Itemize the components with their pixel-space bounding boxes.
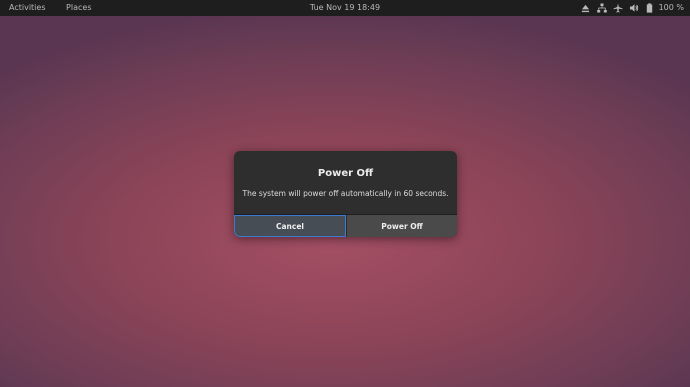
cancel-button[interactable]: Cancel <box>234 215 346 237</box>
volume-icon <box>628 0 640 16</box>
network-icon <box>596 0 608 16</box>
battery-icon <box>644 0 656 16</box>
dialog-buttons: Cancel Power Off <box>234 214 457 237</box>
power-off-dialog: Power Off The system will power off auto… <box>234 151 457 237</box>
power-off-button[interactable]: Power Off <box>346 215 457 237</box>
dialog-message: The system will power off automatically … <box>242 189 449 198</box>
dialog-title: Power Off <box>317 168 374 179</box>
airplane-icon <box>612 0 624 16</box>
eject-icon[interactable] <box>580 0 592 16</box>
top-bar: Activities Places Tue Nov 19 18:49 100 % <box>0 0 690 16</box>
desktop: Activities Places Tue Nov 19 18:49 100 %… <box>0 0 690 387</box>
battery-percent: 100 % <box>658 3 684 12</box>
system-tray[interactable]: 100 % <box>576 0 684 16</box>
